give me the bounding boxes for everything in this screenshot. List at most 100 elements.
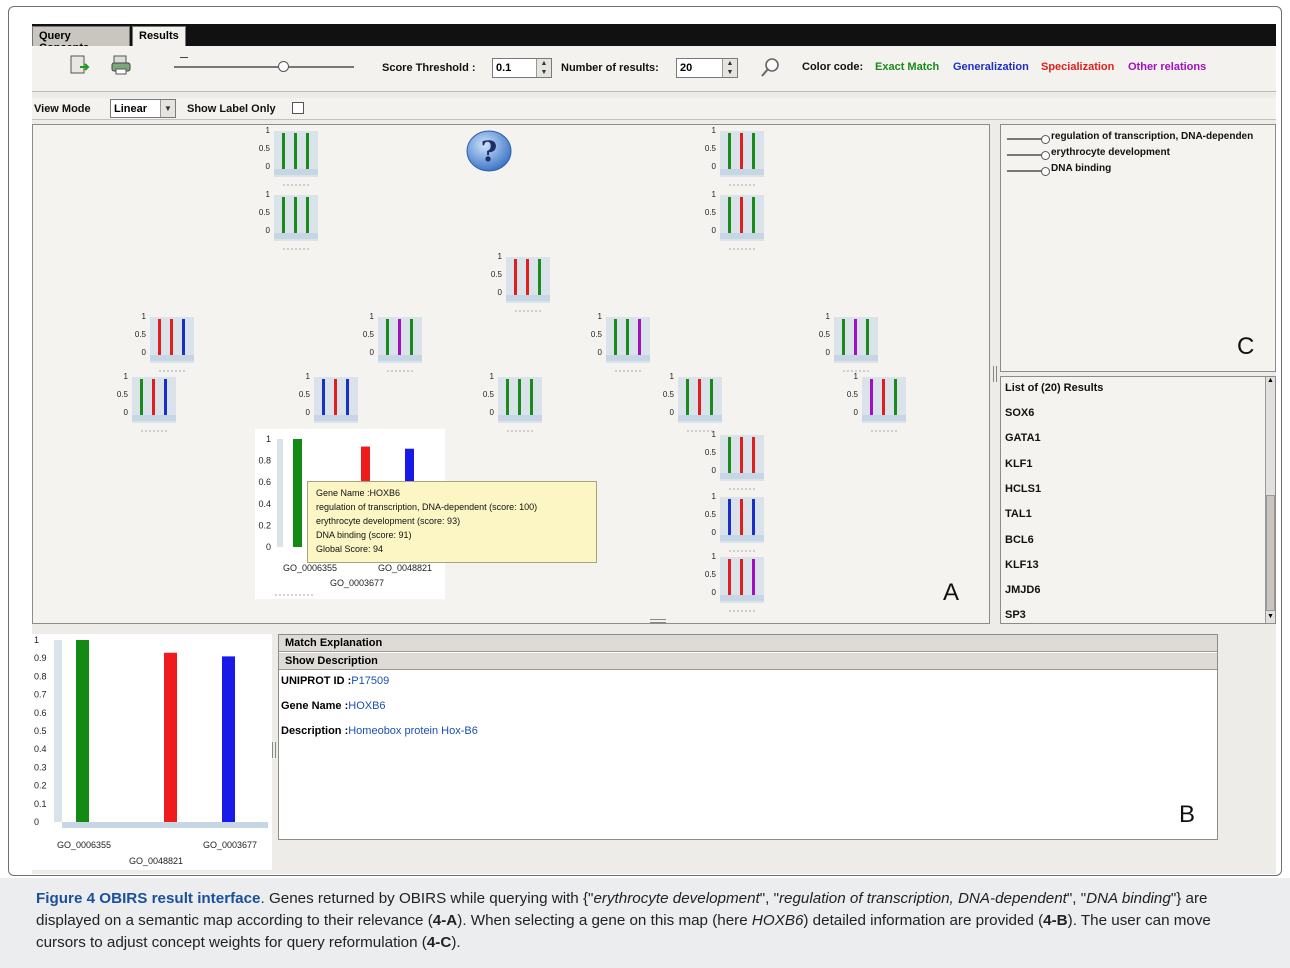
x-tick-label: GO_0003677 xyxy=(330,578,384,588)
mini-tick-label: 1 xyxy=(712,431,717,439)
mini-tick-label: 0.5 xyxy=(135,330,147,339)
concept-slider[interactable]: erythrocyte development xyxy=(1007,147,1276,163)
view-mode-value[interactable]: Linear xyxy=(114,103,147,115)
result-item[interactable]: BCL6 xyxy=(1005,534,1034,546)
spinner-arrows-icon[interactable]: ▲ ▼ xyxy=(536,59,551,77)
gene-mini-chart[interactable]: 1 0.5 0 xyxy=(699,191,779,267)
mini-bar xyxy=(514,259,517,295)
match-explanation-header[interactable]: Match Explanation xyxy=(279,635,1217,652)
mini-bar xyxy=(282,133,285,169)
mini-bar xyxy=(894,379,897,415)
gene-mini-chart[interactable]: 1 0.5 0 xyxy=(841,373,921,449)
mini-bar xyxy=(728,499,731,535)
mini-baseline xyxy=(274,233,318,239)
uniprot-link[interactable]: P17509 xyxy=(351,675,389,687)
mini-bar xyxy=(182,319,185,355)
caption-query-3: DNA binding xyxy=(1086,890,1171,907)
help-icon[interactable]: ? xyxy=(465,129,513,178)
spinner-arrows-icon[interactable]: ▲ ▼ xyxy=(722,59,737,77)
results-scrollbar[interactable]: ▲ ▼ xyxy=(1265,377,1275,623)
mini-tick-label: 1 xyxy=(490,373,495,381)
result-item[interactable]: GATA1 xyxy=(1005,432,1041,444)
scrollbar-thumb[interactable] xyxy=(1266,495,1275,611)
scroll-down-icon[interactable]: ▼ xyxy=(1266,613,1275,623)
chevron-down-icon[interactable]: ▼ xyxy=(160,100,175,117)
mini-bar xyxy=(158,319,161,355)
result-item[interactable]: SOX6 xyxy=(1005,407,1034,419)
tab-results[interactable]: Results xyxy=(132,26,186,46)
scroll-up-icon[interactable]: ▲ xyxy=(1266,377,1275,387)
description-label: Description : xyxy=(281,725,349,737)
mini-tick-label: 0.5 xyxy=(591,330,603,339)
score-threshold-value[interactable]: 0.1 xyxy=(496,62,511,74)
splitter-handle-icon[interactable] xyxy=(272,742,276,758)
print-icon[interactable] xyxy=(110,54,132,81)
uniprot-label: UNIPROT ID : xyxy=(281,675,352,687)
tooltip-line: DNA binding (score: 91) xyxy=(316,530,412,540)
results-list[interactable]: List of (20) Results SOX6 GATA1 KLF1 HCLS1 T… xyxy=(1000,376,1276,624)
concept-weights-panel: regulation of transcription, DNA-depende… xyxy=(1000,124,1276,372)
mini-tick-label: 0.5 xyxy=(363,330,375,339)
gene-score-chart: 1 0.9 0.8 0.7 0.6 0.5 0.4 0.3 0.2 0.1 0 GO_0006355 G… xyxy=(32,634,272,870)
slider-thumb[interactable] xyxy=(1041,151,1050,160)
result-item[interactable]: JMJD6 xyxy=(1005,584,1040,596)
result-item[interactable]: TAL1 xyxy=(1005,508,1032,520)
mini-bar xyxy=(164,379,167,415)
mini-tick-label: 0.5 xyxy=(663,390,675,399)
show-label-only-checkbox[interactable] xyxy=(292,102,304,114)
mini-tick-label: 0.5 xyxy=(847,390,859,399)
description-value: Homeobox protein Hox-B6 xyxy=(348,725,478,737)
mini-tick-label: 0 xyxy=(124,408,129,417)
gene-mini-bars: 10.50 xyxy=(705,191,764,250)
concept-slider[interactable]: DNA binding xyxy=(1007,163,1276,179)
show-description-header[interactable]: Show Description xyxy=(279,653,1217,670)
result-item[interactable]: KLF13 xyxy=(1005,559,1039,571)
concept-slider[interactable]: regulation of transcription, DNA-depende… xyxy=(1007,131,1276,147)
mini-bar xyxy=(518,379,521,415)
view-mode-label: View Mode xyxy=(34,103,91,115)
mini-tick-label: 1 xyxy=(854,373,859,381)
legend-specialization: Specialization xyxy=(1041,61,1115,73)
gene-mini-chart[interactable]: 1 0.5 0 xyxy=(253,191,333,267)
mini-tick-label: 1 xyxy=(370,313,375,321)
export-icon[interactable] xyxy=(68,54,90,81)
mini-bar xyxy=(728,133,731,169)
y-tick-label: 0.5 xyxy=(34,726,47,736)
mini-bar xyxy=(752,499,755,535)
mini-tick-label: 0 xyxy=(490,408,495,417)
slider-thumb[interactable] xyxy=(278,61,289,72)
mini-baseline xyxy=(606,355,650,361)
caption-gene: HOXB6 xyxy=(751,912,804,929)
mini-tick-label: 0 xyxy=(598,348,603,357)
gene-mini-chart[interactable]: 1 0.5 0 xyxy=(477,373,557,449)
gene-mini-chart[interactable]: 1 0.5 0 xyxy=(111,373,191,449)
search-icon[interactable] xyxy=(758,56,782,85)
number-of-results-spinner[interactable]: 20 ▲ ▼ xyxy=(676,58,738,78)
mini-tick-label: 0 xyxy=(670,408,675,417)
gene-mini-chart[interactable]: 1 0.5 0 xyxy=(699,553,779,629)
mini-bar xyxy=(728,437,731,473)
slider-thumb[interactable] xyxy=(1041,167,1050,176)
mini-baseline xyxy=(498,415,542,421)
gene-mini-chart[interactable]: 1 0.5 0 xyxy=(585,313,665,389)
tooltip-line: erythrocyte development (score: 93) xyxy=(316,516,461,526)
result-item[interactable]: HCLS1 xyxy=(1005,483,1041,495)
weight-slider[interactable] xyxy=(174,56,354,76)
mini-tick-label: 0 xyxy=(266,226,271,235)
gene-mini-bars: 10.50 xyxy=(491,253,550,312)
splitter-handle-icon[interactable] xyxy=(993,366,997,382)
splitter-handle-icon[interactable] xyxy=(650,619,666,623)
result-item[interactable]: SP3 xyxy=(1005,609,1026,621)
result-item[interactable]: KLF1 xyxy=(1005,458,1033,470)
y-tick-label: 0.4 xyxy=(258,499,271,509)
gene-mini-chart[interactable]: 1 0.5 0 xyxy=(485,253,565,329)
mini-bar xyxy=(752,133,755,169)
x-tick-label: GO_0006355 xyxy=(57,840,111,850)
tab-query-concepts[interactable]: Query Concepts xyxy=(32,26,130,54)
slider-thumb[interactable] xyxy=(1041,135,1050,144)
score-threshold-spinner[interactable]: 0.1 ▲ ▼ xyxy=(492,58,552,78)
mini-bar xyxy=(526,259,529,295)
number-of-results-value[interactable]: 20 xyxy=(680,62,692,74)
gene-name-label: Gene Name : xyxy=(281,700,349,712)
view-mode-select[interactable]: Linear ▼ xyxy=(110,99,176,118)
